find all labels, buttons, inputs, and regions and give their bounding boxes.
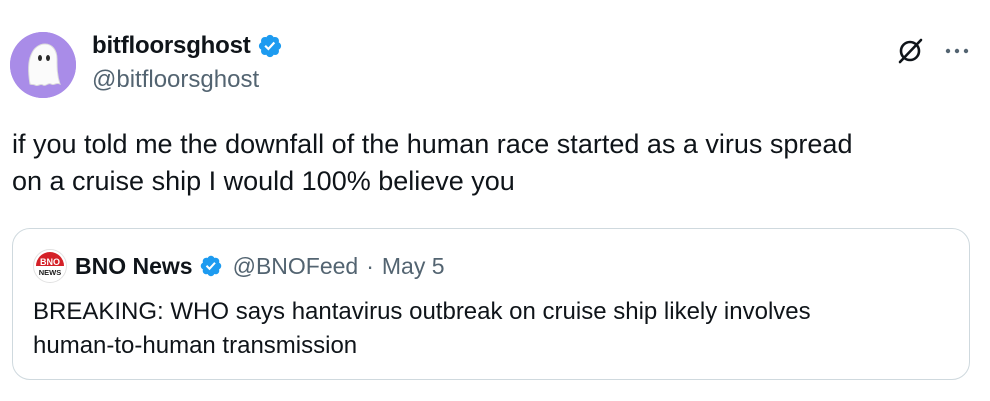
quoted-text-line: human-to-human transmission	[33, 332, 358, 359]
quoted-display-name[interactable]: BNO News	[75, 253, 193, 280]
author-handle[interactable]: @bitfloorsghost	[92, 66, 259, 94]
avatar[interactable]	[10, 32, 76, 98]
more-icon[interactable]	[942, 36, 972, 66]
tweet: bitfloorsghost @bitfloorsghost if you to…	[0, 0, 990, 401]
quoted-avatar[interactable]: BNO NEWS	[33, 249, 67, 283]
quoted-tweet-text: BREAKING: WHO says hantavirus outbreak o…	[33, 295, 943, 363]
separator-dot: ·	[366, 252, 374, 279]
quoted-tweet-card[interactable]: BNO NEWS BNO News @BNOFeed · May 5 BREAK…	[12, 228, 970, 380]
tweet-text-line: on a cruise ship I would 100% believe yo…	[12, 166, 515, 196]
quoted-text-line: BREAKING: WHO says hantavirus outbreak o…	[33, 298, 811, 325]
quoted-timestamp[interactable]: May 5	[382, 253, 445, 280]
svg-text:BNO: BNO	[40, 257, 60, 267]
tweet-text-line: if you told me the downfall of the human…	[12, 129, 853, 159]
verified-badge-icon[interactable]	[199, 254, 223, 278]
display-name[interactable]: bitfloorsghost	[92, 32, 251, 60]
verified-badge-icon[interactable]	[257, 33, 283, 59]
quoted-handle[interactable]: @BNOFeed	[233, 253, 359, 280]
tweet-text: if you told me the downfall of the human…	[12, 126, 972, 200]
author-name-row: bitfloorsghost	[92, 30, 283, 62]
ghost-icon	[10, 32, 76, 98]
grok-icon[interactable]	[895, 36, 925, 66]
svg-text:NEWS: NEWS	[39, 268, 62, 277]
bno-news-logo-icon: BNO NEWS	[34, 250, 66, 282]
quoted-tweet-header: BNO NEWS BNO News @BNOFeed · May 5	[33, 249, 445, 283]
